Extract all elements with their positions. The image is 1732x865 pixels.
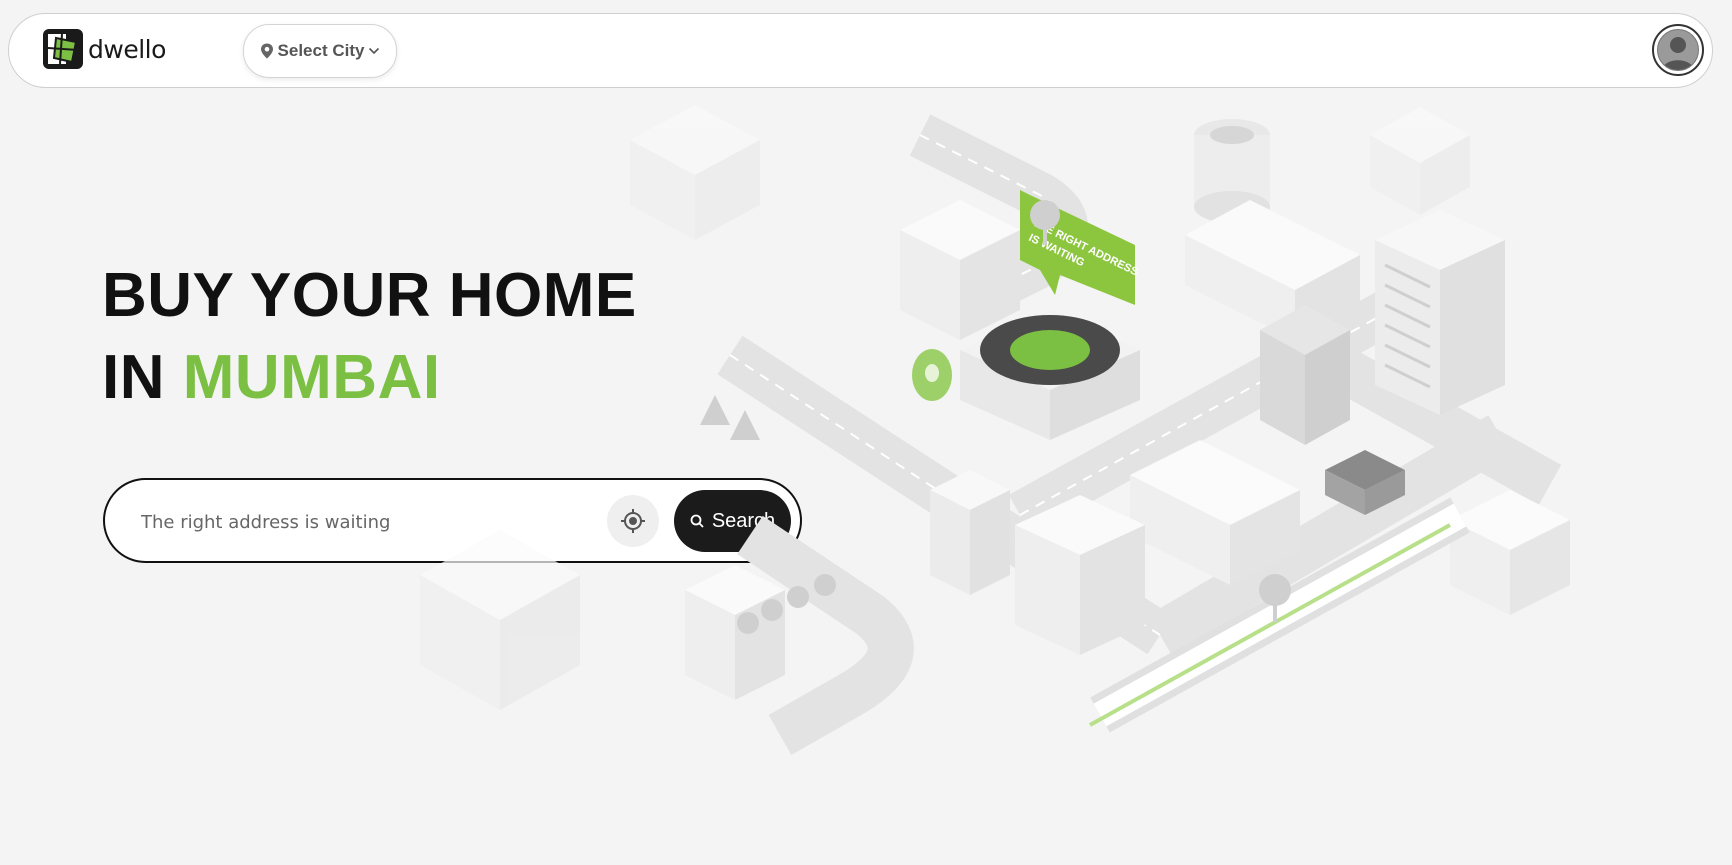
building-grey xyxy=(1260,305,1350,445)
city-illustration: THE RIGHT ADDRESS IS WAITING xyxy=(420,105,1570,755)
chevron-down-icon xyxy=(369,47,380,55)
logo-mark-icon xyxy=(43,29,83,69)
faint-cube-2 xyxy=(1370,107,1470,215)
profile-avatar-button[interactable] xyxy=(1652,24,1704,76)
tower-tall xyxy=(1375,210,1505,415)
user-avatar-icon xyxy=(1657,29,1699,71)
building-bottom-left xyxy=(685,565,785,700)
location-pin-icon xyxy=(260,43,273,59)
building-wide xyxy=(1185,200,1360,340)
faint-cube-3 xyxy=(420,530,580,710)
brand-name: dwello xyxy=(88,34,166,64)
select-city-label: Select City xyxy=(277,41,365,60)
faint-cube-1 xyxy=(630,105,760,240)
brand-logo[interactable]: dwello xyxy=(42,28,166,70)
top-navbar: dwello Select City xyxy=(8,13,1713,88)
select-city-button[interactable]: Select City xyxy=(243,24,397,78)
building-mid xyxy=(1015,495,1145,655)
hero-line-2-prefix: IN xyxy=(102,343,165,412)
stadium xyxy=(960,310,1140,440)
building-left xyxy=(900,200,1020,340)
building-right xyxy=(1450,490,1570,615)
green-map-pin xyxy=(912,349,952,401)
building-small-left xyxy=(930,470,1010,595)
